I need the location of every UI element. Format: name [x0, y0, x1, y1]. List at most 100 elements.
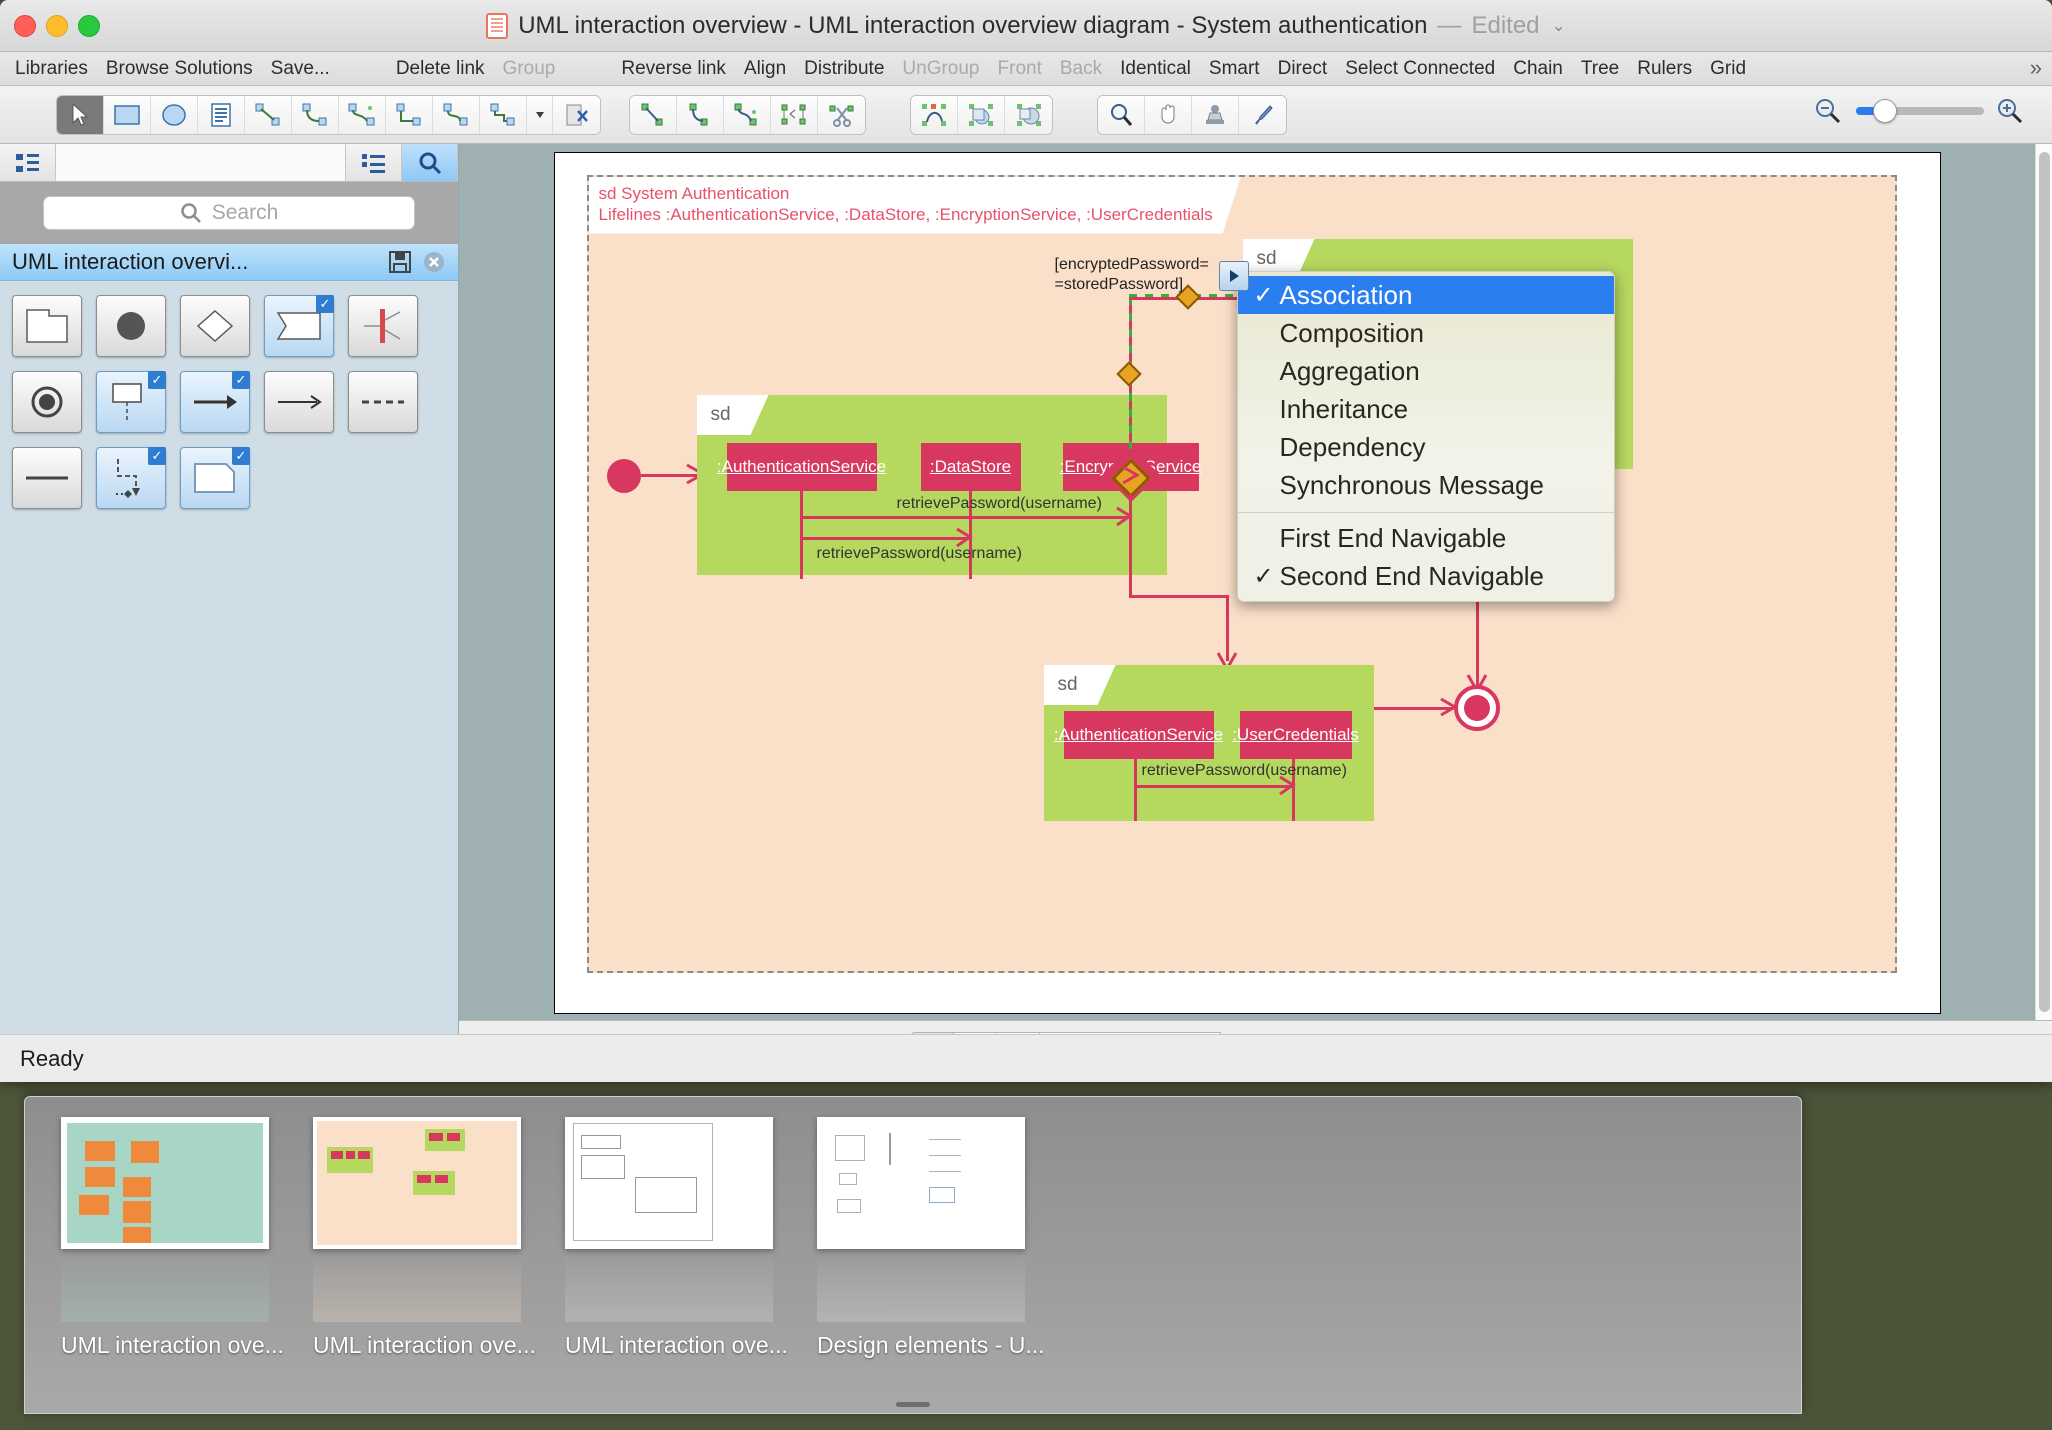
- cmd-chain[interactable]: Chain: [1504, 58, 1572, 80]
- reshape-tool[interactable]: [911, 96, 958, 134]
- message-arrow[interactable]: [800, 516, 1130, 519]
- menu-item-first-end-navigable[interactable]: First End Navigable: [1238, 519, 1614, 557]
- delete-shape-tool[interactable]: [553, 96, 600, 134]
- final-node[interactable]: [1454, 685, 1500, 731]
- sd-frame-main[interactable]: sd :AuthenticationService :DataStore :En…: [697, 395, 1167, 575]
- sidebar-tab-list-view[interactable]: [346, 144, 402, 181]
- smart-connector-tool[interactable]: [339, 96, 386, 134]
- menu-item-composition[interactable]: Composition: [1238, 314, 1614, 352]
- lifeline-datastore[interactable]: :DataStore: [921, 443, 1021, 491]
- sd-frame-bottom[interactable]: sd :AuthenticationService :UserCredentia…: [1044, 665, 1374, 821]
- shape-message-arrow[interactable]: ✓: [180, 371, 250, 433]
- dock-thumbnail-image[interactable]: [313, 1117, 521, 1249]
- text-tool[interactable]: [198, 96, 245, 134]
- dock-thumbnail-image[interactable]: [817, 1117, 1025, 1249]
- cmd-identical[interactable]: Identical: [1111, 58, 1200, 80]
- rectangle-tool[interactable]: [104, 96, 151, 134]
- bezier-connector-tool[interactable]: [433, 96, 480, 134]
- message-arrow[interactable]: [800, 537, 970, 540]
- hand-tool[interactable]: [1145, 96, 1192, 134]
- shape-frame[interactable]: [12, 295, 82, 357]
- lifeline-authentication-service[interactable]: :AuthenticationService: [1064, 711, 1214, 759]
- arc-tool[interactable]: [677, 96, 724, 134]
- menu-item-second-end-navigable[interactable]: ✓ Second End Navigable: [1238, 557, 1614, 595]
- cmd-libraries[interactable]: Libraries: [6, 58, 97, 80]
- multi-segment-connector-tool[interactable]: [480, 96, 527, 134]
- command-bar-overflow-icon[interactable]: »: [2030, 55, 2042, 81]
- initial-node[interactable]: [607, 459, 641, 493]
- stamp-tool[interactable]: [1192, 96, 1239, 134]
- cmd-browse-solutions[interactable]: Browse Solutions: [97, 58, 262, 80]
- shape-routed-connector[interactable]: ✓: [96, 447, 166, 509]
- zoom-slider-track[interactable]: [1856, 107, 1984, 115]
- union-tool[interactable]: [958, 96, 1005, 134]
- curved-connector-tool[interactable]: [292, 96, 339, 134]
- menu-item-aggregation[interactable]: Aggregation: [1238, 352, 1614, 390]
- line-tool[interactable]: [630, 96, 677, 134]
- menu-item-synchronous-message[interactable]: Synchronous Message: [1238, 466, 1614, 504]
- link-type-context-menu[interactable]: ✓ Association Composition Aggregation: [1237, 271, 1615, 602]
- menu-expander-icon[interactable]: [1219, 261, 1249, 291]
- shape-plain-arrow[interactable]: [264, 371, 334, 433]
- connector-handle[interactable]: [1116, 361, 1141, 386]
- cmd-rulers[interactable]: Rulers: [1628, 58, 1701, 80]
- right-angle-connector-tool[interactable]: [386, 96, 433, 134]
- sidebar-tab-blank[interactable]: [56, 144, 346, 181]
- zoom-slider-knob[interactable]: [1873, 99, 1897, 123]
- eyedropper-tool[interactable]: [1239, 96, 1286, 134]
- shape-final-node[interactable]: [12, 371, 82, 433]
- menu-item-dependency[interactable]: Dependency: [1238, 428, 1614, 466]
- canvas-vertical-scrollbar[interactable]: [2035, 144, 2052, 1020]
- canvas-scroll-pane[interactable]: sd System Authentication Lifelines :Auth…: [459, 144, 2035, 1020]
- dock-resize-handle[interactable]: [896, 1402, 930, 1407]
- cut-tool[interactable]: [818, 96, 865, 134]
- zoom-tool[interactable]: [1098, 96, 1145, 134]
- shape-lifeline[interactable]: ✓: [96, 371, 166, 433]
- dock-item-1[interactable]: UML interaction ove...: [61, 1117, 269, 1413]
- connector-main-to-decision[interactable]: [1167, 474, 1181, 477]
- distribute-tool[interactable]: [771, 96, 818, 134]
- cmd-save[interactable]: Save...: [262, 58, 339, 80]
- pointer-tool[interactable]: [57, 96, 104, 134]
- lifeline-authentication-service[interactable]: :AuthenticationService: [727, 443, 877, 491]
- shape-fork-join[interactable]: [348, 295, 418, 357]
- cmd-select-connected[interactable]: Select Connected: [1336, 58, 1504, 80]
- sidebar-tab-tree-view[interactable]: [0, 144, 56, 181]
- shape-interaction-use[interactable]: ✓: [264, 295, 334, 357]
- shape-dashed-line[interactable]: [348, 371, 418, 433]
- dock-item-2[interactable]: UML interaction ove...: [313, 1117, 521, 1413]
- connector-down-right[interactable]: [1129, 595, 1229, 598]
- cmd-smart[interactable]: Smart: [1200, 58, 1269, 80]
- ellipse-tool[interactable]: [151, 96, 198, 134]
- lifeline-user-credentials[interactable]: :UserCredentials: [1240, 711, 1352, 759]
- dock-thumbnail-image[interactable]: [61, 1117, 269, 1249]
- cmd-align[interactable]: Align: [735, 58, 795, 80]
- merge-tool[interactable]: [1005, 96, 1052, 134]
- dock-item-3[interactable]: UML interaction ove...: [565, 1117, 773, 1413]
- search-input[interactable]: Search: [43, 196, 415, 230]
- shape-initial-node[interactable]: [96, 295, 166, 357]
- cmd-tree[interactable]: Tree: [1572, 58, 1628, 80]
- cmd-distribute[interactable]: Distribute: [795, 58, 893, 80]
- connector-dropdown[interactable]: [527, 96, 553, 134]
- dock-item-4[interactable]: Design elements - U...: [817, 1117, 1025, 1413]
- dock-thumbnail-image[interactable]: [565, 1117, 773, 1249]
- diagram-page[interactable]: sd System Authentication Lifelines :Auth…: [554, 152, 1941, 1014]
- title-chevron-down-icon[interactable]: ⌄: [1552, 16, 1566, 36]
- message-arrow[interactable]: [1134, 785, 1294, 788]
- connector-down[interactable]: [1129, 493, 1132, 597]
- shape-note[interactable]: ✓: [180, 447, 250, 509]
- menu-item-inheritance[interactable]: Inheritance: [1238, 390, 1614, 428]
- menu-item-association[interactable]: ✓ Association: [1238, 276, 1614, 314]
- shape-decision-node[interactable]: [180, 295, 250, 357]
- zoom-slider-control[interactable]: [1814, 98, 2026, 124]
- polyline-tool[interactable]: [724, 96, 771, 134]
- cmd-direct[interactable]: Direct: [1269, 58, 1337, 80]
- shape-solid-line[interactable]: [12, 447, 82, 509]
- scrollbar-thumb[interactable]: [2039, 152, 2050, 1012]
- floppy-disk-icon[interactable]: [388, 250, 412, 274]
- straight-connector-tool[interactable]: [245, 96, 292, 134]
- cmd-reverse-link[interactable]: Reverse link: [612, 58, 735, 80]
- cmd-grid[interactable]: Grid: [1701, 58, 1755, 80]
- sidebar-tab-search[interactable]: [402, 144, 458, 181]
